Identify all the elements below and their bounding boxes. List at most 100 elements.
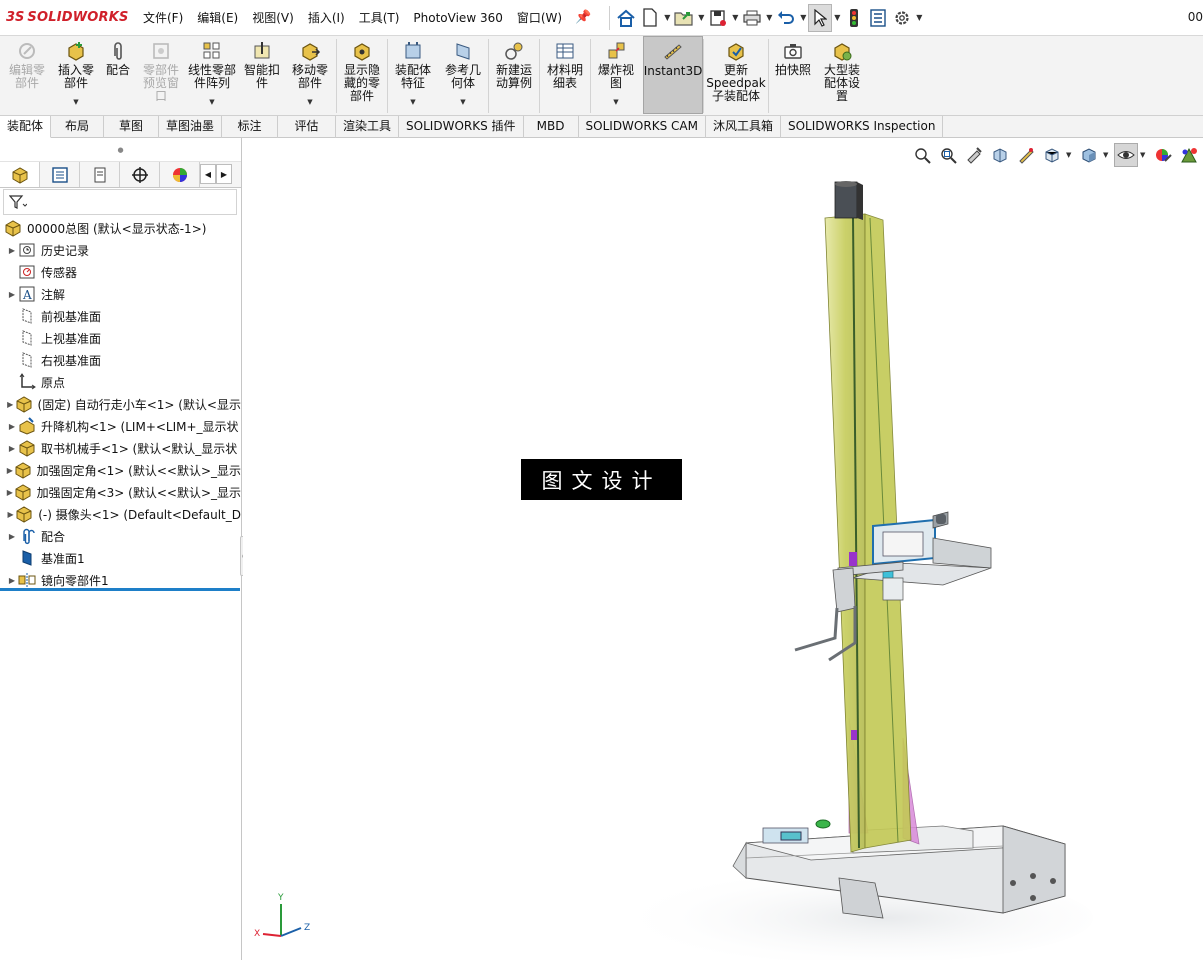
tree-item-mates[interactable]: ▶ 配合 — [0, 525, 241, 547]
linear-pattern-button[interactable]: 线性零部 件阵列 ▼ — [184, 36, 240, 114]
zoom-to-area-icon[interactable] — [936, 143, 960, 167]
menu-view[interactable]: 视图(V) — [245, 9, 301, 26]
tab-mbd[interactable]: MBD — [524, 116, 579, 138]
menu-window[interactable]: 窗口(W) — [510, 9, 569, 26]
tab-solidworks-cam[interactable]: SOLIDWORKS CAM — [579, 116, 706, 138]
chevron-down-icon[interactable]: ▼ — [73, 98, 78, 106]
print-icon[interactable] — [740, 4, 764, 32]
apply-scene-icon[interactable] — [1177, 143, 1201, 167]
show-hidden-components-button[interactable]: 显示隐 藏的零 部件 — [337, 36, 387, 114]
tree-item-component[interactable]: ▶ 升降机构<1> (LIM+<LIM+_显示状 — [0, 415, 241, 437]
expand-arrow-icon[interactable]: ▶ — [6, 422, 18, 431]
large-assembly-settings-button[interactable]: 大型装 配体设 置 — [817, 36, 867, 114]
mate-button[interactable]: 配合 — [98, 36, 138, 114]
menu-tools[interactable]: 工具(T) — [352, 9, 407, 26]
expand-arrow-icon[interactable]: ▶ — [6, 576, 18, 585]
undo-icon[interactable] — [774, 4, 798, 32]
tree-item-front-plane[interactable]: 前视基准面 — [0, 305, 241, 327]
tree-item-component[interactable]: ▶ 取书机械手<1> (默认<默认_显示状 — [0, 437, 241, 459]
new-motion-study-button[interactable]: 新建运 动算例 — [489, 36, 539, 114]
tab-sketch-ink[interactable]: 草图油墨 — [159, 116, 223, 138]
component-preview-button[interactable]: 零部件 预览窗 口 — [138, 36, 184, 114]
tree-item-plane1[interactable]: 基准面1 — [0, 547, 241, 569]
hide-show-items-icon[interactable] — [1114, 143, 1138, 167]
display-style-icon[interactable] — [1077, 143, 1101, 167]
chevron-down-icon[interactable]: ▼ — [832, 13, 842, 22]
chevron-down-icon[interactable]: ▼ — [662, 13, 672, 22]
new-document-icon[interactable] — [638, 4, 662, 32]
chevron-down-icon[interactable]: ▼ — [1140, 151, 1148, 159]
save-icon[interactable] — [706, 4, 730, 32]
update-speedpak-button[interactable]: 更新 Speedpak 子装配体 — [704, 36, 768, 114]
zoom-to-fit-icon[interactable] — [910, 143, 934, 167]
insert-component-button[interactable]: 插入零 部件 ▼ — [54, 36, 98, 114]
expand-arrow-icon[interactable]: ▶ — [6, 246, 18, 255]
rebuild-traffic-light-icon[interactable] — [842, 4, 866, 32]
tree-item-component[interactable]: ▶ (固定) 自动行走小车<1> (默认<显示 — [0, 393, 241, 415]
property-manager-icon[interactable] — [40, 162, 80, 187]
configuration-manager-icon[interactable] — [80, 162, 120, 187]
chevron-right-icon[interactable]: ▶ — [216, 164, 232, 184]
menu-edit[interactable]: 编辑(E) — [190, 9, 245, 26]
panel-grip[interactable]: ● — [0, 138, 241, 162]
dynamic-annotation-icon[interactable] — [1014, 143, 1038, 167]
snapshot-button[interactable]: 拍快照 — [769, 36, 817, 114]
chevron-down-icon[interactable]: ▼ — [696, 13, 706, 22]
chevron-left-icon[interactable]: ◀ — [200, 164, 216, 184]
expand-arrow-icon[interactable]: ▶ — [6, 532, 18, 541]
edit-component-button[interactable]: 编辑零 部件 — [0, 36, 54, 114]
tree-filter[interactable] — [3, 189, 237, 215]
chevron-down-icon[interactable]: ▼ — [613, 98, 618, 106]
chevron-down-icon[interactable]: ▼ — [914, 13, 924, 22]
chevron-down-icon[interactable]: ▼ — [1066, 151, 1074, 159]
featuremanager-tree-icon[interactable] — [0, 162, 40, 187]
assembly-model[interactable] — [243, 138, 1203, 960]
bill-of-materials-button[interactable]: 材料明 细表 — [540, 36, 590, 114]
exploded-view-button[interactable]: 爆炸视 图 ▼ — [591, 36, 641, 114]
tree-item-top-plane[interactable]: 上视基准面 — [0, 327, 241, 349]
tab-solidworks-addins[interactable]: SOLIDWORKS 插件 — [399, 116, 524, 138]
tree-item-annotations[interactable]: ▶ A 注解 — [0, 283, 241, 305]
display-manager-icon[interactable] — [160, 162, 200, 187]
expand-arrow-icon[interactable]: ▶ — [6, 466, 14, 475]
assembly-features-button[interactable]: 装配体 特征 ▼ — [388, 36, 438, 114]
tab-layout[interactable]: 布局 — [51, 116, 105, 138]
chevron-down-icon[interactable]: ▼ — [209, 98, 214, 106]
column-motor[interactable] — [834, 181, 863, 220]
tree-item-right-plane[interactable]: 右视基准面 — [0, 349, 241, 371]
view-orientation-icon[interactable] — [1040, 143, 1064, 167]
graphics-area[interactable]: ▼ ▼ ▼ 图文设计 Y X Z — [243, 138, 1203, 960]
chevron-down-icon[interactable]: ▼ — [764, 13, 774, 22]
tab-markup[interactable]: 标注 — [222, 116, 279, 138]
chevron-down-icon[interactable]: ▼ — [410, 98, 415, 106]
tree-item-origin[interactable]: 原点 — [0, 371, 241, 393]
chevron-down-icon[interactable]: ▼ — [460, 98, 465, 106]
section-view-icon[interactable] — [988, 143, 1012, 167]
tree-item-component[interactable]: ▶ (-) 摄像头<1> (Default<Default_D — [0, 503, 241, 525]
chevron-down-icon[interactable]: ▼ — [307, 98, 312, 106]
tree-item-history[interactable]: ▶ 历史记录 — [0, 239, 241, 261]
expand-arrow-icon[interactable]: ▶ — [6, 488, 14, 497]
dimxpert-icon[interactable] — [120, 162, 160, 187]
tab-sketch[interactable]: 草图 — [104, 116, 160, 138]
pin-menu-icon[interactable]: 📌 — [575, 10, 591, 25]
instant3d-button[interactable]: Instant3D — [643, 36, 703, 114]
tab-evaluate[interactable]: 评估 — [278, 116, 337, 138]
open-folder-icon[interactable] — [672, 4, 696, 32]
chevron-down-icon[interactable]: ▼ — [798, 13, 808, 22]
tree-item-sensors[interactable]: 传感器 — [0, 261, 241, 283]
chevron-down-icon[interactable]: ▼ — [1103, 151, 1111, 159]
select-cursor-icon[interactable] — [808, 3, 833, 32]
tree-item-component[interactable]: ▶ 加强固定角<3> (默认<<默认>_显示 — [0, 481, 241, 503]
tab-render-tools[interactable]: 渲染工具 — [336, 116, 400, 138]
filter-funnel-icon[interactable] — [9, 194, 27, 210]
previous-view-icon[interactable] — [962, 143, 986, 167]
menu-photoview[interactable]: PhotoView 360 — [406, 11, 509, 25]
solidworks-logo[interactable]: 3S SOLIDWORKS — [6, 10, 136, 25]
tab-mufeng-toolbox[interactable]: 沐风工具箱 — [706, 116, 781, 138]
expand-arrow-icon[interactable]: ▶ — [6, 510, 15, 519]
tree-item-component[interactable]: ▶ 加强固定角<1> (默认<<默认>_显示 — [0, 459, 241, 481]
move-component-button[interactable]: 移动零 部件 ▼ — [284, 36, 336, 114]
reference-geometry-button[interactable]: 参考几 何体 ▼ — [438, 36, 488, 114]
smart-fasteners-button[interactable]: 智能扣 件 — [240, 36, 284, 114]
